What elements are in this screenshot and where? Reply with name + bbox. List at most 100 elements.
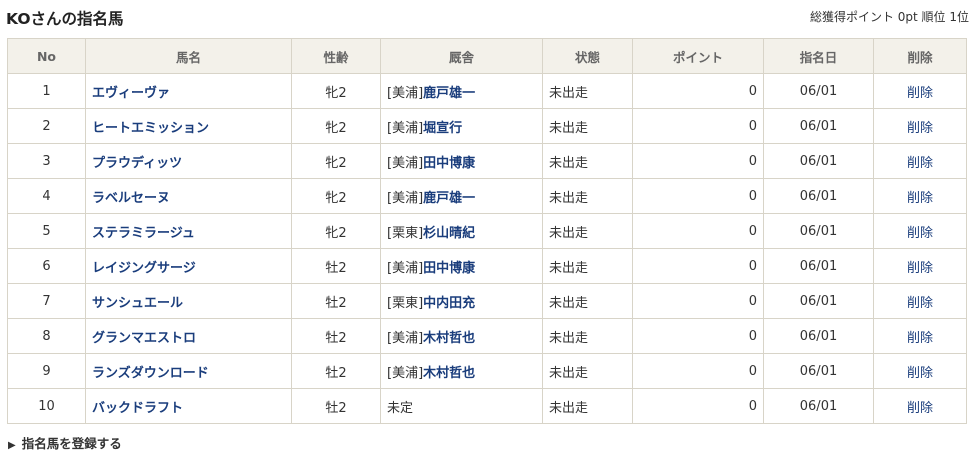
stable-region: [美浦] (387, 260, 424, 276)
horse-name-link[interactable]: サンシュエール (92, 296, 183, 311)
delete-link[interactable]: 削除 (907, 156, 933, 171)
points-cell: 0 (632, 353, 764, 389)
status-cell: 未出走 (542, 108, 633, 144)
delete-cell: 削除 (873, 213, 967, 249)
status-cell: 未出走 (542, 353, 633, 389)
trainer-name: 田中博康 (423, 260, 476, 276)
stable-cell: [栗東]杉山晴紀 (380, 213, 543, 249)
delete-link[interactable]: 削除 (907, 296, 933, 311)
row-no: 9 (7, 353, 86, 389)
nominated-date-cell: 06/01 (763, 178, 874, 214)
sex-age-cell: 牝2 (291, 143, 381, 179)
delete-link[interactable]: 削除 (907, 121, 933, 136)
stable-cell: [美浦]田中博康 (380, 248, 543, 284)
stable-region: [美浦] (387, 190, 424, 206)
col-header-nominated-date: 指名日 (763, 38, 874, 74)
delete-link[interactable]: 削除 (907, 331, 933, 346)
delete-link[interactable]: 削除 (907, 401, 933, 416)
horse-name-link[interactable]: バックドラフト (92, 401, 183, 416)
sex-age-cell: 牡2 (291, 318, 381, 354)
delete-link[interactable]: 削除 (907, 226, 933, 241)
horse-name-link[interactable]: ステラミラージュ (92, 226, 195, 241)
horse-name-cell: レイジングサージ (85, 248, 292, 284)
delete-link[interactable]: 削除 (907, 366, 933, 381)
stable-region: [美浦] (387, 85, 424, 101)
stable-region: [美浦] (387, 155, 424, 171)
nominated-date-cell: 06/01 (763, 73, 874, 109)
col-header-sex-age: 性齢 (291, 38, 381, 74)
row-no: 6 (7, 248, 86, 284)
nominated-horses-table: No 馬名 性齢 厩舎 状態 ポイント 指名日 削除 1 エヴィーヴァ 牝2 [美浦]… (7, 38, 967, 424)
table-row: 8 グランマエストロ 牡2 [美浦]木村哲也 未出走 0 06/01 削除 (7, 318, 967, 354)
row-no: 7 (7, 283, 86, 319)
points-cell: 0 (632, 73, 764, 109)
nominated-date-cell: 06/01 (763, 388, 874, 424)
horse-name-link[interactable]: プラウディッツ (92, 156, 182, 171)
nominated-date-cell: 06/01 (763, 213, 874, 249)
horse-name-link[interactable]: ヒートエミッション (92, 121, 209, 136)
points-cell: 0 (632, 283, 764, 319)
horse-name-link[interactable]: レイジングサージ (92, 261, 196, 276)
trainer-name: 堀宣行 (423, 120, 463, 136)
register-nomination-link[interactable]: ▶ 指名馬を登録する (8, 433, 122, 452)
status-cell: 未出走 (542, 143, 633, 179)
trainer-name: 鹿戸雄一 (423, 190, 476, 206)
stable-cell: [美浦]鹿戸雄一 (380, 73, 543, 109)
delete-cell: 削除 (873, 108, 967, 144)
row-no: 10 (7, 388, 86, 424)
table-header-row: No 馬名 性齢 厩舎 状態 ポイント 指名日 削除 (7, 38, 967, 74)
status-cell: 未出走 (542, 178, 633, 214)
points-cell: 0 (632, 318, 764, 354)
delete-link[interactable]: 削除 (907, 261, 933, 276)
table-row: 7 サンシュエール 牡2 [栗東]中内田充 未出走 0 06/01 削除 (7, 283, 967, 319)
status-cell: 未出走 (542, 248, 633, 284)
horse-name-link[interactable]: エヴィーヴァ (92, 86, 170, 101)
table-row: 9 ランズダウンロード 牡2 [美浦]木村哲也 未出走 0 06/01 削除 (7, 353, 967, 389)
nominated-date-cell: 06/01 (763, 108, 874, 144)
horse-name-cell: ヒートエミッション (85, 108, 292, 144)
horse-name-cell: ランズダウンロード (85, 353, 292, 389)
table-row: 4 ラベルセーヌ 牝2 [美浦]鹿戸雄一 未出走 0 06/01 削除 (7, 178, 967, 214)
trainer-name: 杉山晴紀 (423, 225, 476, 241)
sex-age-cell: 牝2 (291, 213, 381, 249)
table-row: 5 ステラミラージュ 牝2 [栗東]杉山晴紀 未出走 0 06/01 削除 (7, 213, 967, 249)
status-cell: 未出走 (542, 318, 633, 354)
delete-link[interactable]: 削除 (907, 86, 933, 101)
row-no: 2 (7, 108, 86, 144)
status-cell: 未出走 (542, 213, 633, 249)
horse-name-link[interactable]: グランマエストロ (92, 331, 196, 346)
points-summary: 総獲得ポイント 0pt 順位 1位 (809, 10, 969, 24)
horse-name-link[interactable]: ランズダウンロード (92, 366, 209, 381)
stable-region: [美浦] (387, 330, 424, 346)
trainer-name: 木村哲也 (423, 330, 476, 346)
sex-age-cell: 牡2 (291, 248, 381, 284)
delete-link[interactable]: 削除 (907, 191, 933, 206)
col-header-status: 状態 (542, 38, 633, 74)
horse-name-cell: プラウディッツ (85, 143, 292, 179)
table-row: 6 レイジングサージ 牡2 [美浦]田中博康 未出走 0 06/01 削除 (7, 248, 967, 284)
stable-cell: [美浦]木村哲也 (380, 318, 543, 354)
table-row: 1 エヴィーヴァ 牝2 [美浦]鹿戸雄一 未出走 0 06/01 削除 (7, 73, 967, 109)
stable-region: [美浦] (387, 365, 424, 381)
col-header-delete: 削除 (873, 38, 967, 74)
sex-age-cell: 牝2 (291, 178, 381, 214)
stable-cell: [美浦]木村哲也 (380, 353, 543, 389)
row-no: 8 (7, 318, 86, 354)
nominated-date-cell: 06/01 (763, 283, 874, 319)
stable-region: [栗東] (387, 225, 424, 241)
delete-cell: 削除 (873, 73, 967, 109)
nominated-date-cell: 06/01 (763, 353, 874, 389)
delete-cell: 削除 (873, 283, 967, 319)
triangle-right-icon: ▶ (8, 440, 16, 451)
stable-cell: [美浦]堀宣行 (380, 108, 543, 144)
stable-cell: [美浦]鹿戸雄一 (380, 178, 543, 214)
points-cell: 0 (632, 213, 764, 249)
stable-cell: 未定 (380, 388, 543, 424)
horse-name-link[interactable]: ラベルセーヌ (92, 191, 170, 206)
horse-name-cell: ステラミラージュ (85, 213, 292, 249)
nominated-date-cell: 06/01 (763, 143, 874, 179)
status-cell: 未出走 (542, 388, 633, 424)
sex-age-cell: 牡2 (291, 283, 381, 319)
horse-name-cell: グランマエストロ (85, 318, 292, 354)
sex-age-cell: 牡2 (291, 388, 381, 424)
